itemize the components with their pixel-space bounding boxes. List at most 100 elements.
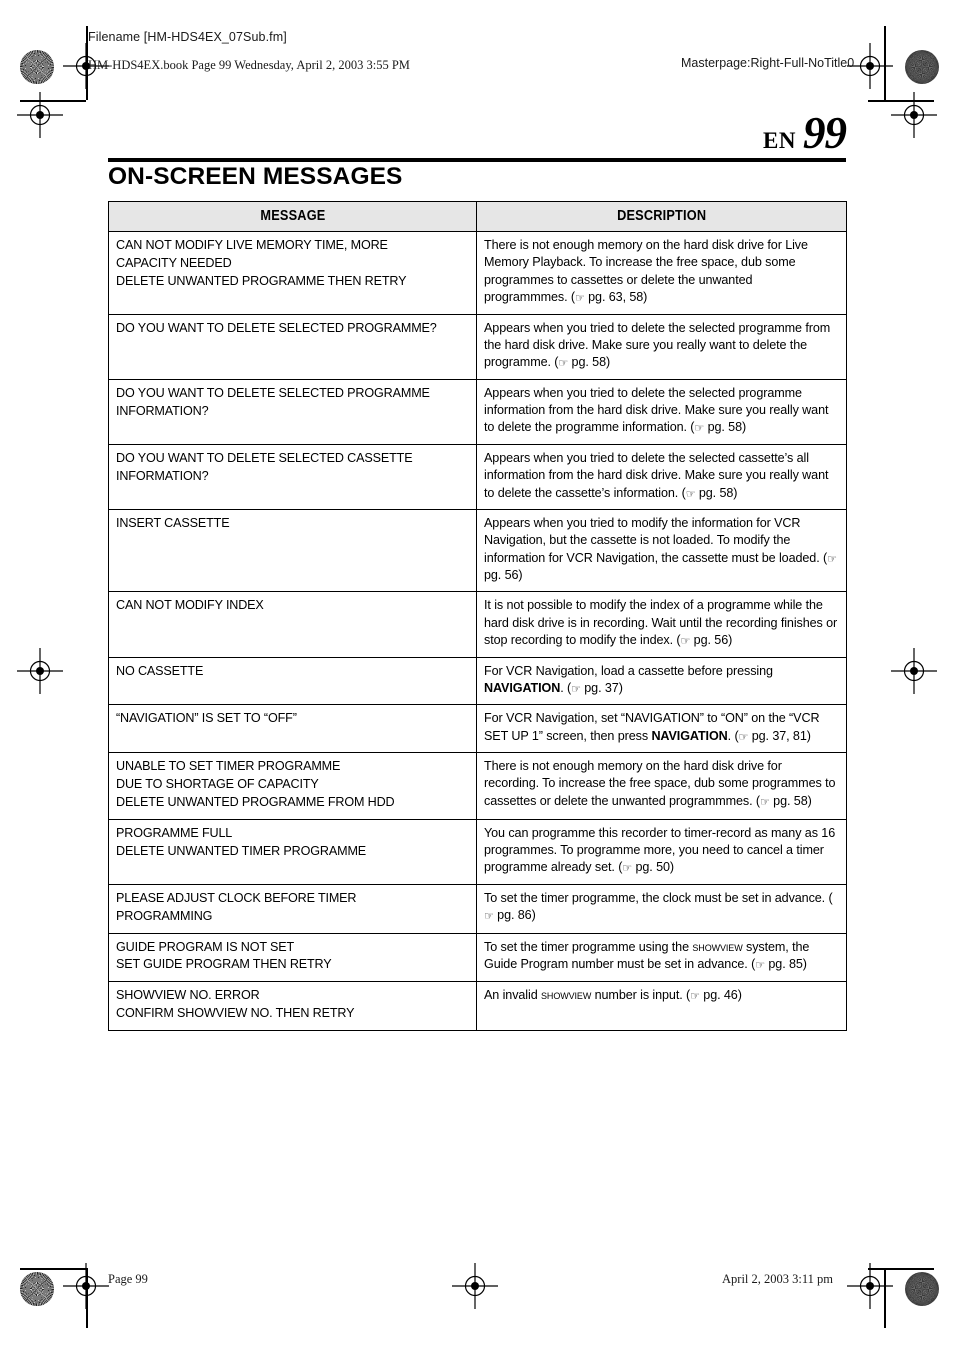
page-reference: pg. 56) xyxy=(484,568,523,582)
message-line: INFORMATION? xyxy=(116,468,209,483)
page-reference: pg. 85) xyxy=(764,956,807,971)
message-line: DELETE UNWANTED PROGRAMME FROM HDD xyxy=(116,794,395,809)
registration-mark-right-upper xyxy=(891,92,937,138)
pointing-hand-icon: ☞ xyxy=(571,682,581,696)
registration-mark-bottom-center xyxy=(452,1263,498,1309)
page-reference: pg. 63, 58) xyxy=(584,290,648,305)
pointing-hand-icon: ☞ xyxy=(680,634,691,648)
message-line: SET GUIDE PROGRAM THEN RETRY xyxy=(116,957,332,972)
pointing-hand-icon: ☞ xyxy=(558,356,569,370)
description-cell: You can programme this recorder to timer… xyxy=(476,818,847,885)
page-language-code: EN xyxy=(763,128,796,153)
description-cell: It is not possible to modify the index o… xyxy=(476,591,847,658)
message-line: PROGRAMME FULL xyxy=(116,825,233,840)
table-row: SHOWVIEW NO. ERROR CONFIRM SHOWVIEW NO. T… xyxy=(108,981,847,1031)
description-cell: There is not enough memory on the hard d… xyxy=(476,231,847,315)
description-text: For VCR Navigation, load a cassette befo… xyxy=(484,663,773,678)
registration-mark-left-upper xyxy=(17,92,63,138)
registration-mark-left-lower xyxy=(17,648,63,694)
message-cell: DO YOU WANT TO DELETE SELECTED PROGRAMME… xyxy=(108,378,477,445)
slug-book-line: HM-HDS4EX.book Page 99 Wednesday, April … xyxy=(88,58,410,72)
message-line: DO YOU WANT TO DELETE SELECTED PROGRAMME xyxy=(116,385,430,400)
table-header-row: MESSAGE DESCRIPTION xyxy=(108,201,847,232)
page-reference: pg. 37, 81) xyxy=(748,728,811,743)
trim-rule-right-vertical-lower xyxy=(884,1268,886,1328)
trim-rule-bottom-left xyxy=(20,1268,86,1270)
message-cell: CAN NOT MODIFY INDEX xyxy=(108,591,477,658)
registration-mark-bottom-right xyxy=(847,1263,893,1309)
trim-rule-top-right xyxy=(868,100,934,102)
description-text-tail: number is input. xyxy=(591,988,683,1003)
showview-wordmark: SHOWVIEW xyxy=(541,988,592,1003)
message-cell: UNABLE TO SET TIMER PROGRAMME DUE TO SHOR… xyxy=(108,752,477,820)
message-cell: PLEASE ADJUST CLOCK BEFORE TIMER PROGRAMM… xyxy=(108,883,477,934)
description-text: An invalid xyxy=(484,988,542,1003)
page-reference: pg. 86) xyxy=(493,908,536,923)
button-name-emphasis: NAVIGATION xyxy=(484,680,561,695)
pointing-hand-icon: ☞ xyxy=(827,552,837,566)
table-row: UNABLE TO SET TIMER PROGRAMME DUE TO SHOR… xyxy=(108,752,847,820)
message-cell: “NAVIGATION” IS SET TO “OFF” xyxy=(108,704,477,753)
message-line: CONFIRM SHOWVIEW NO. THEN RETRY xyxy=(116,1006,355,1021)
pointing-hand-icon: ☞ xyxy=(685,487,696,500)
trim-rule-bottom-right xyxy=(868,1268,934,1270)
message-line: DELETE UNWANTED PROGRAMME THEN RETRY xyxy=(116,273,407,288)
column-header-message: MESSAGE xyxy=(108,201,477,232)
trim-rule-top-left xyxy=(20,100,86,102)
page-reference: pg. 37) xyxy=(580,680,623,695)
description-cell: Appears when you tried to modify the inf… xyxy=(476,508,847,593)
description-text: To set the timer programme using the xyxy=(484,939,693,954)
message-line: PLEASE ADJUST CLOCK BEFORE TIMER xyxy=(116,890,357,905)
page-header-number: EN 99 xyxy=(763,111,847,156)
message-line: CAN NOT MODIFY INDEX xyxy=(116,598,264,613)
page-reference: pg. 58) xyxy=(695,485,738,500)
description-cell: Appears when you tried to delete the sel… xyxy=(476,443,847,510)
pointing-hand-icon: ☞ xyxy=(738,730,749,744)
showview-wordmark: SHOWVIEW xyxy=(692,939,743,954)
description-text-tail: . xyxy=(560,680,564,695)
message-line: GUIDE PROGRAM IS NOT SET xyxy=(116,939,295,954)
message-line: DO YOU WANT TO DELETE SELECTED PROGRAMME… xyxy=(116,320,437,335)
page-reference: pg. 50) xyxy=(632,860,674,875)
column-header-description: DESCRIPTION xyxy=(476,201,847,232)
page-reference: pg. 58) xyxy=(769,793,812,808)
description-cell: Appears when you tried to delete the sel… xyxy=(476,378,847,445)
description-cell: For VCR Navigation, set “NAVIGATION” to … xyxy=(476,704,847,753)
halftone-target-top-left xyxy=(20,50,54,84)
footer-page-label: Page 99 xyxy=(108,1272,148,1286)
description-text-tail: . xyxy=(727,728,732,743)
description-text: Appears when you tried to modify the inf… xyxy=(484,515,820,565)
table-row: DO YOU WANT TO DELETE SELECTED PROGRAMME… xyxy=(108,378,847,445)
message-cell: NO CASSETTE xyxy=(108,656,477,706)
message-line: DELETE UNWANTED TIMER PROGRAMME xyxy=(116,843,367,858)
halftone-target-bottom-right xyxy=(905,1272,939,1306)
description-cell: To set the timer programme, the clock mu… xyxy=(476,883,847,934)
message-cell: DO YOU WANT TO DELETE SELECTED CASSETTE I… xyxy=(108,443,477,510)
message-line: INFORMATION? xyxy=(116,403,209,418)
pointing-hand-icon: ☞ xyxy=(755,958,765,972)
description-cell: An invalid SHOWVIEW number is input. (☞ … xyxy=(476,981,847,1031)
table-row: PROGRAMME FULL DELETE UNWANTED TIMER PROG… xyxy=(108,818,847,885)
page-reference: pg. 46) xyxy=(699,988,742,1003)
trim-rule-left-vertical-lower xyxy=(86,1268,88,1328)
message-cell: SHOWVIEW NO. ERROR CONFIRM SHOWVIEW NO. T… xyxy=(108,981,477,1031)
message-line: UNABLE TO SET TIMER PROGRAMME xyxy=(116,759,341,773)
pointing-hand-icon: ☞ xyxy=(690,989,700,1003)
description-cell: For VCR Navigation, load a cassette befo… xyxy=(476,656,847,706)
message-cell: CAN NOT MODIFY LIVE MEMORY TIME, MORE CAP… xyxy=(108,231,477,315)
message-line: PROGRAMMING xyxy=(116,908,213,923)
message-cell: PROGRAMME FULL DELETE UNWANTED TIMER PROG… xyxy=(108,818,477,885)
page-title: ON-SCREEN MESSAGES xyxy=(108,163,403,190)
description-text: Appears when you tried to delete the sel… xyxy=(484,385,829,435)
button-name-emphasis: NAVIGATION xyxy=(651,728,728,743)
page-reference: pg. 56) xyxy=(690,633,733,648)
message-cell: DO YOU WANT TO DELETE SELECTED PROGRAMME… xyxy=(108,313,477,380)
description-cell: Appears when you tried to delete the sel… xyxy=(476,313,847,380)
slug-masterpage: Masterpage:Right-Full-NoTitle0 xyxy=(681,56,855,70)
table-row: NO CASSETTE For VCR Navigation, load a ca… xyxy=(108,656,847,706)
message-line: SHOWVIEW NO. ERROR xyxy=(116,988,260,1003)
halftone-target-bottom-left xyxy=(20,1272,54,1306)
description-cell: There is not enough memory on the hard d… xyxy=(476,752,847,820)
message-line: NO CASSETTE xyxy=(116,663,204,678)
trim-rule-right-vertical xyxy=(884,26,886,100)
